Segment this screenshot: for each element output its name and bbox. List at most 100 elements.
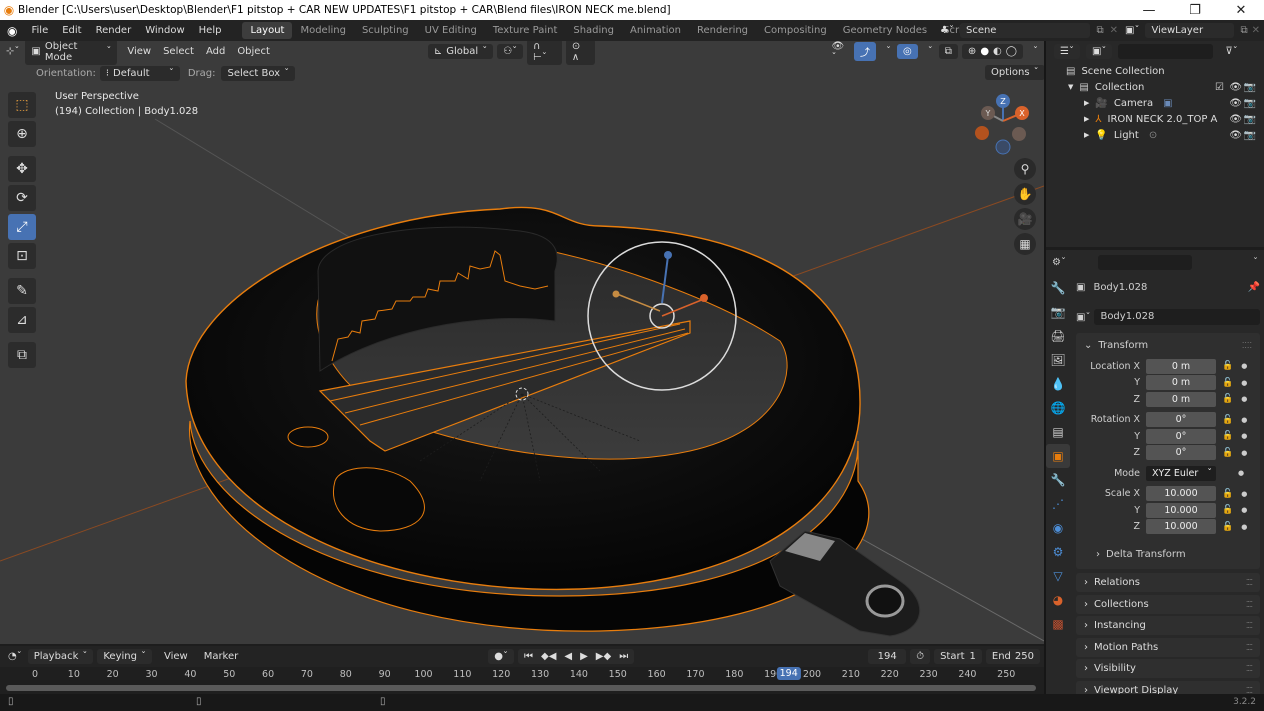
world-tab-icon[interactable]: 🌐: [1046, 396, 1070, 420]
select-box-tool[interactable]: ⬚: [8, 92, 36, 118]
rotation-z-field[interactable]: 0°: [1146, 445, 1216, 461]
move-tool[interactable]: ✥: [8, 156, 36, 182]
delta-transform-subpanel[interactable]: › Delta Transform: [1076, 545, 1260, 563]
location-x-field[interactable]: 0 m: [1146, 358, 1216, 374]
lock-icon[interactable]: 🔓: [1222, 394, 1233, 404]
tab-texture-paint[interactable]: Texture Paint: [485, 22, 566, 39]
timeline-scrollbar[interactable]: [6, 685, 1036, 691]
transform-panel-header[interactable]: ⌄ Transform ⁚⁚⁚⁚: [1076, 336, 1260, 354]
rotation-y-field[interactable]: 0°: [1146, 428, 1216, 444]
keyframe-dot[interactable]: ●: [1241, 379, 1247, 387]
keyframe-dot[interactable]: ●: [1241, 432, 1247, 440]
lock-icon[interactable]: 🔓: [1222, 505, 1233, 515]
camera-view-icon[interactable]: 🎥: [1014, 208, 1036, 230]
add-cube-tool[interactable]: ⧉: [8, 342, 36, 368]
cursor-tool[interactable]: ⊕: [8, 121, 36, 147]
visibility-eye-icon[interactable]: 👁: [1229, 82, 1242, 93]
properties-search-input[interactable]: [1097, 254, 1192, 270]
particles-tab-icon[interactable]: ⋰: [1046, 492, 1070, 516]
outliner-editor-type-icon[interactable]: ☰ˇ: [1054, 43, 1080, 59]
lock-icon[interactable]: 🔓: [1222, 431, 1233, 441]
keyframe-dot[interactable]: ●: [1241, 523, 1247, 531]
lock-icon[interactable]: 🔓: [1222, 448, 1233, 458]
panel-motion-paths[interactable]: › Motion Paths ⁚⁚⁚⁚: [1076, 637, 1260, 657]
playback-menu[interactable]: Playback ˇ: [27, 649, 94, 664]
auto-keying-toggle[interactable]: ●ˇ: [488, 649, 514, 664]
panel-collections[interactable]: › Collections ⁚⁚⁚⁚: [1076, 594, 1260, 614]
visibility-eye-icon[interactable]: 👁: [1229, 114, 1242, 125]
lock-icon[interactable]: 🔓: [1222, 415, 1233, 425]
tab-uv-editing[interactable]: UV Editing: [417, 22, 485, 39]
outliner-item-collection[interactable]: ▼ ▤ Collection ☑ 👁 📷: [1046, 79, 1264, 95]
keyframe-dot[interactable]: ●: [1241, 362, 1247, 370]
play-icon[interactable]: ▶: [580, 651, 588, 662]
menu-edit[interactable]: Edit: [55, 25, 88, 36]
next-keyframe-icon[interactable]: ▶◆: [596, 651, 611, 662]
mode-selector[interactable]: ▣ Object Mode ˇ: [25, 41, 118, 65]
jump-start-icon[interactable]: ⏮: [524, 651, 533, 662]
lock-icon[interactable]: 🔓: [1222, 361, 1233, 371]
menu-help[interactable]: Help: [192, 25, 229, 36]
physics-tab-icon[interactable]: ◉: [1046, 516, 1070, 540]
drag-dropdown[interactable]: Select Box ˇ: [221, 65, 296, 81]
render-camera-icon[interactable]: 📷: [1244, 82, 1256, 93]
tab-sculpting[interactable]: Sculpting: [354, 22, 417, 39]
overlay-toggle[interactable]: ◎: [897, 44, 918, 59]
3d-viewport[interactable]: ⊹ˇ ▣ Object Mode ˇ View Select Add Object …: [0, 41, 1044, 644]
remove-viewlayer-icon[interactable]: ✕: [1252, 25, 1260, 36]
viewport-menu-add[interactable]: Add: [200, 46, 231, 57]
orientation-dropdown[interactable]: ⁝ Default ˇ: [99, 65, 180, 81]
view-layer-tab-icon[interactable]: 🖼: [1046, 348, 1070, 372]
panel-relations[interactable]: › Relations ⁚⁚⁚⁚: [1076, 573, 1260, 592]
xray-toggle[interactable]: ⧉: [938, 44, 958, 59]
viewlayer-name[interactable]: ViewLayer: [1145, 23, 1235, 38]
visibility-eye-icon[interactable]: 👁: [1229, 98, 1242, 109]
scale-x-field[interactable]: 10.000: [1146, 486, 1216, 502]
scene-selector[interactable]: ♣ˇ Scene ⧉ ✕: [940, 22, 1118, 39]
menu-file[interactable]: File: [24, 25, 55, 36]
shading-dropdown[interactable]: ˇ: [1027, 46, 1044, 57]
scale-tool[interactable]: ⤢: [8, 214, 36, 240]
transform-tool[interactable]: ⊡: [8, 243, 36, 269]
preview-range-icon[interactable]: ⏱: [910, 649, 931, 664]
close-button[interactable]: ✕: [1218, 3, 1264, 18]
render-tab-icon[interactable]: 📷: [1046, 300, 1070, 324]
end-frame-field[interactable]: End 250: [985, 649, 1040, 664]
tab-modeling[interactable]: Modeling: [292, 22, 354, 39]
visibility-selector[interactable]: 👁ˇ: [825, 41, 854, 63]
output-tab-icon[interactable]: 🖨: [1046, 324, 1070, 348]
location-y-field[interactable]: 0 m: [1146, 375, 1216, 391]
options-button[interactable]: Options ˇ: [985, 65, 1044, 80]
rotation-x-field[interactable]: 0°: [1146, 412, 1216, 428]
outliner-item-light[interactable]: ▶ 💡 Light ⊙ 👁 📷: [1046, 127, 1264, 143]
tab-rendering[interactable]: Rendering: [689, 22, 756, 39]
lock-icon[interactable]: 🔓: [1222, 489, 1233, 499]
material-tab-icon[interactable]: ◕: [1046, 588, 1070, 612]
gizmo-toggle[interactable]: ⤴: [854, 42, 877, 61]
timeline-menu-view[interactable]: View: [164, 651, 188, 662]
tab-geometry-nodes[interactable]: Geometry Nodes: [835, 22, 935, 39]
viewlayer-selector[interactable]: ▣ˇ ViewLayer ⧉ ✕: [1125, 22, 1260, 39]
prev-keyframe-icon[interactable]: ◆◀: [541, 651, 556, 662]
proportional-edit-toggle[interactable]: ⊙ ∧: [565, 41, 596, 65]
tab-animation[interactable]: Animation: [622, 22, 689, 39]
scale-z-field[interactable]: 10.000: [1146, 519, 1216, 535]
scene-tab-icon[interactable]: 💧: [1046, 372, 1070, 396]
play-reverse-icon[interactable]: ◀: [564, 651, 572, 662]
tool-tab-icon[interactable]: 🔧: [1046, 276, 1070, 300]
outliner-item-scene-collection[interactable]: ▤ Scene Collection: [1046, 63, 1264, 79]
measure-tool[interactable]: ⊿: [8, 307, 36, 333]
modifier-wrench-icon[interactable]: 🔧: [1046, 468, 1070, 492]
display-mode-icon[interactable]: ▣ˇ: [1085, 43, 1113, 59]
filter-icon[interactable]: ⊽ˇ: [1225, 46, 1237, 57]
tab-layout[interactable]: Layout: [242, 22, 293, 39]
new-scene-icon[interactable]: ⧉: [1096, 25, 1103, 36]
lock-icon[interactable]: 🔓: [1222, 378, 1233, 388]
timeline-editor-type-icon[interactable]: ◔ˇ: [8, 651, 22, 662]
visibility-eye-icon[interactable]: 👁: [1229, 130, 1242, 141]
location-z-field[interactable]: 0 m: [1146, 391, 1216, 407]
outliner-item-iron-neck[interactable]: ▶ ⅄ IRON NECK 2.0_TOP A 👁 📷: [1046, 111, 1264, 127]
properties-options-dropdown[interactable]: ˇ: [1253, 257, 1258, 268]
current-frame-field[interactable]: 194: [868, 649, 907, 664]
render-camera-icon[interactable]: 📷: [1244, 130, 1256, 141]
